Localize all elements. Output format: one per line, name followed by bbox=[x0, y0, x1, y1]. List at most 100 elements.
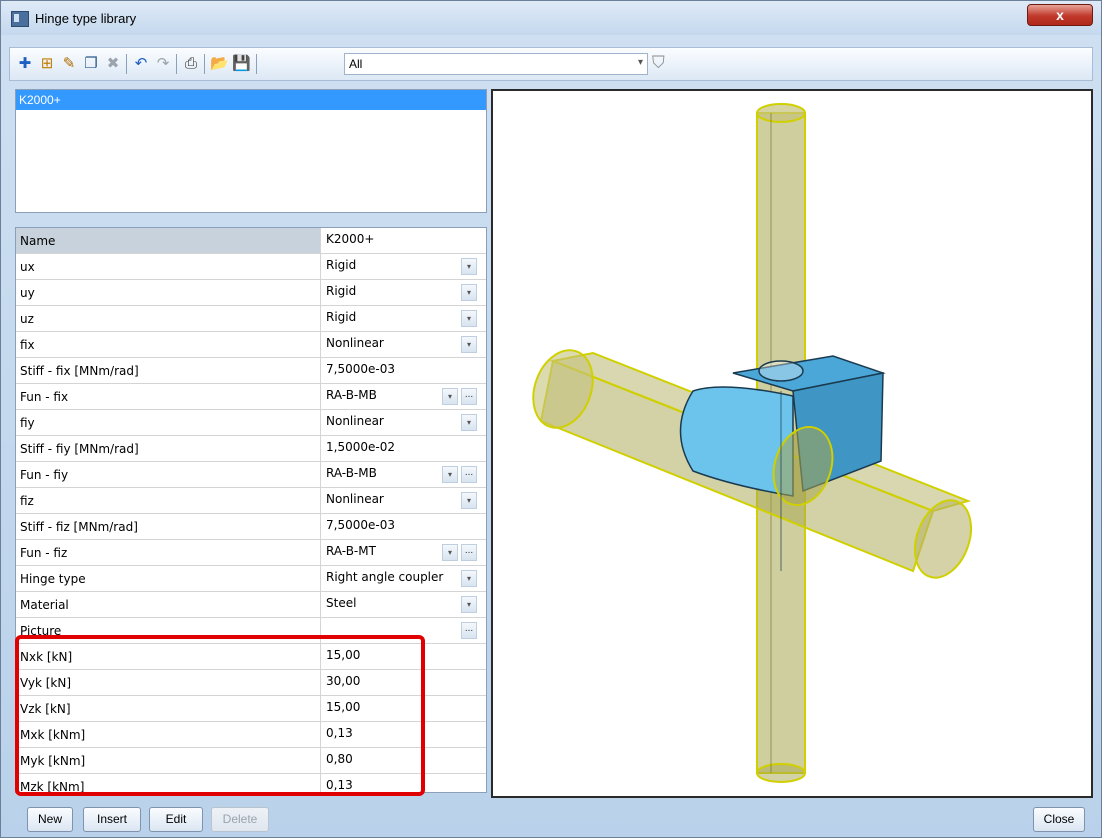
chevron-down-icon[interactable]: ▾ bbox=[442, 544, 458, 561]
property-row-stiff-fiz[interactable]: Stiff - fiz [MNm/rad] 7,5000e-03 bbox=[16, 514, 486, 540]
property-name: Name bbox=[16, 228, 321, 253]
property-row-uy[interactable]: uy Rigid ▾ bbox=[16, 280, 486, 306]
property-row-name[interactable]: Name K2000+ bbox=[16, 228, 486, 254]
property-name: Nxk [kN] bbox=[16, 644, 321, 669]
property-name: Hinge type bbox=[16, 566, 321, 591]
property-row-vzk[interactable]: Vzk [kN] 15,00 bbox=[16, 696, 486, 722]
edit-icon[interactable]: ✎ bbox=[60, 55, 78, 73]
property-name: Vzk [kN] bbox=[16, 696, 321, 721]
chevron-down-icon[interactable]: ▾ bbox=[442, 466, 458, 483]
property-row-mzk[interactable]: Mzk [kNm] 0,13 bbox=[16, 774, 486, 792]
window-icon bbox=[11, 11, 29, 27]
property-value[interactable]: RA-B-MB bbox=[326, 384, 377, 409]
print-icon[interactable]: ⎙ bbox=[182, 55, 200, 73]
undo-icon[interactable]: ↶ bbox=[132, 55, 150, 73]
property-row-nxk[interactable]: Nxk [kN] 15,00 bbox=[16, 644, 486, 670]
properties-grid: Name K2000+ ux Rigid ▾ uy Rigid ▾ uz Rigid ▾ fi… bbox=[15, 227, 487, 793]
chevron-down-icon: ▾ bbox=[637, 57, 643, 68]
property-row-mxk[interactable]: Mxk [kNm] 0,13 bbox=[16, 722, 486, 748]
chevron-down-icon[interactable]: ▾ bbox=[461, 492, 477, 509]
toolbar: ✚ ⊞ ✎ ❐ ✖ ↶ ↷ ⎙ 📂 💾 All ▾ ⛉ bbox=[9, 47, 1093, 81]
property-row-stiff-fix[interactable]: Stiff - fix [MNm/rad] 7,5000e-03 bbox=[16, 358, 486, 384]
property-row-fun-fix[interactable]: Fun - fix RA-B-MB ▾... bbox=[16, 384, 486, 410]
property-row-uz[interactable]: uz Rigid ▾ bbox=[16, 306, 486, 332]
property-value[interactable]: 30,00 bbox=[326, 670, 360, 695]
window-close-button[interactable]: x bbox=[1027, 4, 1093, 26]
property-value[interactable]: Rigid bbox=[326, 306, 356, 331]
property-row-picture[interactable]: Picture... bbox=[16, 618, 486, 644]
property-row-stiff-fiy[interactable]: Stiff - fiy [MNm/rad] 1,5000e-02 bbox=[16, 436, 486, 462]
property-row-fun-fiz[interactable]: Fun - fiz RA-B-MT ▾... bbox=[16, 540, 486, 566]
property-name: uy bbox=[16, 280, 321, 305]
toolbar-separator bbox=[126, 54, 127, 74]
property-value[interactable]: 7,5000e-03 bbox=[326, 358, 395, 383]
property-row-fiy[interactable]: fiy Nonlinear ▾ bbox=[16, 410, 486, 436]
property-row-myk[interactable]: Myk [kNm] 0,80 bbox=[16, 748, 486, 774]
insert-button[interactable]: Insert bbox=[83, 807, 141, 832]
redo-icon[interactable]: ↷ bbox=[154, 55, 172, 73]
property-row-ux[interactable]: ux Rigid ▾ bbox=[16, 254, 486, 280]
property-value[interactable]: 1,5000e-02 bbox=[326, 436, 395, 461]
chevron-down-icon[interactable]: ▾ bbox=[461, 310, 477, 327]
property-name: Stiff - fix [MNm/rad] bbox=[16, 358, 321, 383]
save-icon[interactable]: 💾 bbox=[232, 55, 251, 73]
property-row-material[interactable]: Material Steel ▾ bbox=[16, 592, 486, 618]
chevron-down-icon[interactable]: ▾ bbox=[461, 414, 477, 431]
new-icon[interactable]: ✚ bbox=[16, 55, 34, 73]
property-value[interactable]: K2000+ bbox=[326, 228, 374, 253]
edit-button[interactable]: Edit bbox=[149, 807, 203, 832]
chevron-down-icon[interactable]: ▾ bbox=[461, 258, 477, 275]
property-value[interactable]: Right angle coupler bbox=[326, 566, 443, 591]
property-value[interactable]: Steel bbox=[326, 592, 356, 617]
list-item[interactable]: K2000+ bbox=[16, 90, 486, 110]
open-icon[interactable]: 📂 bbox=[210, 55, 229, 73]
property-value[interactable]: Rigid bbox=[326, 280, 356, 305]
property-row-fix[interactable]: fix Nonlinear ▾ bbox=[16, 332, 486, 358]
chevron-down-icon[interactable]: ▾ bbox=[461, 336, 477, 353]
property-value[interactable]: 0,13 bbox=[326, 722, 353, 747]
property-name: Stiff - fiz [MNm/rad] bbox=[16, 514, 321, 539]
property-name: Vyk [kN] bbox=[16, 670, 321, 695]
property-value[interactable]: 15,00 bbox=[326, 644, 360, 669]
hinge-type-list[interactable]: K2000+ bbox=[15, 89, 487, 213]
property-name: Mzk [kNm] bbox=[16, 774, 321, 792]
chevron-down-icon[interactable]: ▾ bbox=[461, 596, 477, 613]
property-row-fiz[interactable]: fiz Nonlinear ▾ bbox=[16, 488, 486, 514]
property-value[interactable]: RA-B-MB bbox=[326, 462, 377, 487]
coupler-3d-image bbox=[532, 103, 973, 783]
ellipsis-button[interactable]: ... bbox=[461, 544, 477, 561]
property-value[interactable]: Rigid bbox=[326, 254, 356, 279]
delete-icon[interactable]: ✖ bbox=[104, 55, 122, 73]
property-value[interactable]: 15,00 bbox=[326, 696, 360, 721]
property-value[interactable]: Nonlinear bbox=[326, 332, 384, 357]
property-row-fun-fiy[interactable]: Fun - fiy RA-B-MB ▾... bbox=[16, 462, 486, 488]
toolbar-separator bbox=[176, 54, 177, 74]
ellipsis-button[interactable]: ... bbox=[461, 466, 477, 483]
chevron-down-icon[interactable]: ▾ bbox=[442, 388, 458, 405]
chevron-down-icon[interactable]: ▾ bbox=[461, 570, 477, 587]
chevron-down-icon[interactable]: ▾ bbox=[461, 284, 477, 301]
ellipsis-button[interactable]: ... bbox=[461, 388, 477, 405]
property-value[interactable]: Nonlinear bbox=[326, 410, 384, 435]
funnel-filter-icon[interactable]: ⛉ bbox=[652, 53, 665, 73]
ellipsis-button[interactable]: ... bbox=[461, 622, 477, 639]
filter-select[interactable]: All ▾ bbox=[344, 53, 648, 75]
toolbar-separator bbox=[204, 54, 205, 74]
property-value[interactable]: RA-B-MT bbox=[326, 540, 376, 565]
property-name: Picture bbox=[16, 618, 321, 643]
filter-value: All bbox=[349, 57, 363, 71]
delete-button[interactable]: Delete bbox=[211, 807, 269, 832]
property-value[interactable]: 0,80 bbox=[326, 748, 353, 773]
close-button[interactable]: Close bbox=[1033, 807, 1085, 832]
property-name: fiz bbox=[16, 488, 321, 513]
insert-icon[interactable]: ⊞ bbox=[38, 55, 56, 73]
property-value[interactable]: Nonlinear bbox=[326, 488, 384, 513]
copy-icon[interactable]: ❐ bbox=[82, 55, 100, 73]
property-value[interactable]: 0,13 bbox=[326, 774, 353, 792]
property-value[interactable]: 7,5000e-03 bbox=[326, 514, 395, 539]
property-row-hinge-type[interactable]: Hinge type Right angle coupler ▾ bbox=[16, 566, 486, 592]
property-name: uz bbox=[16, 306, 321, 331]
property-name: Stiff - fiy [MNm/rad] bbox=[16, 436, 321, 461]
new-button[interactable]: New bbox=[27, 807, 73, 832]
property-row-vyk[interactable]: Vyk [kN] 30,00 bbox=[16, 670, 486, 696]
